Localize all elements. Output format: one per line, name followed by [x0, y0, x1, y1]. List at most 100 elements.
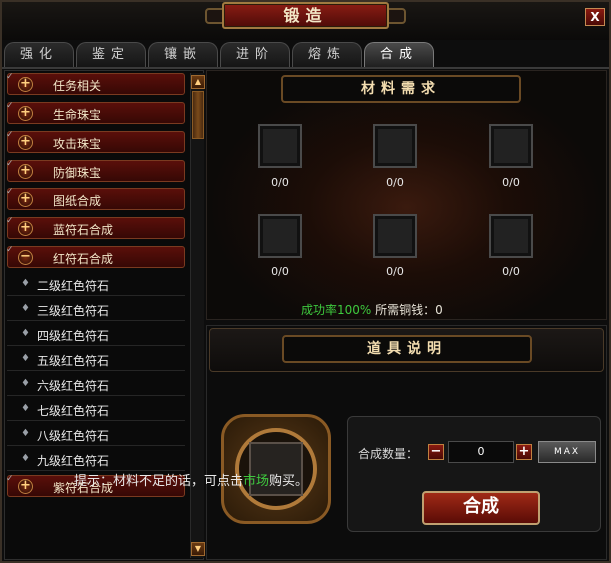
quantity-input[interactable]: 0: [448, 441, 514, 463]
scroll-up-icon[interactable]: ▲: [191, 75, 205, 89]
material-count: 0/0: [502, 176, 520, 189]
check-icon: ✓: [6, 216, 14, 226]
success-rate-line: 成功率100% 所需铜钱：0: [301, 301, 443, 318]
scroll-down-icon[interactable]: ▼: [191, 542, 205, 556]
description-panel: 道具说明 合成数量： − 0 + MAX 合成: [206, 325, 607, 560]
category-label: 蓝符石合成: [53, 223, 114, 237]
expand-icon: +: [18, 221, 33, 236]
title-bar[interactable]: 锻造 X: [0, 0, 611, 40]
list-item-label: 五级红色符石: [37, 354, 110, 368]
diamond-icon: ♦: [21, 303, 30, 314]
material-slot[interactable]: [489, 214, 533, 258]
description-header: 道具说明: [282, 335, 532, 363]
tab-synthesize[interactable]: 合成: [364, 42, 434, 68]
category-red-rune[interactable]: ✓ − 红符石合成: [6, 245, 185, 268]
category-blueprint[interactable]: ✓ + 图纸合成: [6, 187, 185, 210]
material-count: 0/0: [386, 265, 404, 278]
category-life-jewel[interactable]: ✓ + 生命珠宝: [6, 101, 185, 124]
material-count: 0/0: [271, 176, 289, 189]
materials-panel: 材料需求 0/0 0/0 0/0 0/0 0/0 0/0 成功率100% 所需铜…: [206, 70, 607, 320]
diamond-icon: ♦: [21, 353, 30, 364]
check-icon: ✓: [6, 72, 14, 82]
category-label: 生命珠宝: [53, 108, 102, 122]
list-item[interactable]: ♦ 四级红色符石: [7, 322, 185, 346]
list-item-label: 四级红色符石: [37, 329, 110, 343]
check-icon: ✓: [6, 474, 14, 484]
materials-header: 材料需求: [281, 75, 521, 103]
hint-prefix: 提示：材料不足的话，可点击: [74, 474, 244, 489]
category-blue-rune[interactable]: ✓ + 蓝符石合成: [6, 216, 185, 239]
list-item-label: 八级红色符石: [37, 429, 110, 443]
tab-smelt[interactable]: 熔炼: [292, 42, 362, 68]
material-slot[interactable]: [258, 214, 302, 258]
forge-window: 锻造 X 强化 鉴定 镶嵌 进阶 熔炼 合成 ✓ + 任务相关 ✓ + 生命珠宝…: [0, 0, 611, 563]
market-link[interactable]: 市场: [243, 474, 269, 489]
expand-icon: +: [18, 192, 33, 207]
collapse-icon: −: [18, 250, 33, 265]
copper-cost: 所需铜钱：0: [375, 303, 443, 317]
diamond-icon: ♦: [21, 428, 30, 439]
tab-advance[interactable]: 进阶: [220, 42, 290, 68]
list-item-label: 七级红色符石: [37, 404, 110, 418]
category-defense-jewel[interactable]: ✓ + 防御珠宝: [6, 159, 185, 182]
synthesis-controls: 合成数量： − 0 + MAX 合成: [347, 416, 601, 532]
category-label: 防御珠宝: [53, 166, 102, 180]
check-icon: ✓: [6, 159, 14, 169]
expand-icon: +: [18, 135, 33, 150]
list-item-label: 二级红色符石: [37, 279, 110, 293]
list-item[interactable]: ♦ 六级红色符石: [7, 372, 185, 396]
expand-icon: +: [18, 106, 33, 121]
list-item[interactable]: ♦ 二级红色符石: [7, 272, 185, 296]
tab-inlay[interactable]: 镶嵌: [148, 42, 218, 68]
description-banner: 道具说明: [209, 328, 604, 372]
combine-button[interactable]: 合成: [422, 491, 540, 525]
diamond-icon: ♦: [21, 328, 30, 339]
diamond-icon: ♦: [21, 453, 30, 464]
list-item-label: 九级红色符石: [37, 454, 110, 468]
list-item[interactable]: ♦ 九级红色符石: [7, 447, 185, 471]
category-label: 攻击珠宝: [53, 137, 102, 151]
list-item-label: 三级红色符石: [37, 304, 110, 318]
diamond-icon: ♦: [21, 403, 30, 414]
success-rate: 成功率100%: [301, 303, 372, 317]
check-icon: ✓: [6, 187, 14, 197]
result-slot[interactable]: [221, 414, 331, 524]
scroll-thumb[interactable]: [192, 91, 204, 139]
check-icon: ✓: [6, 130, 14, 140]
tab-enhance[interactable]: 强化: [4, 42, 74, 68]
expand-icon: +: [18, 479, 33, 494]
list-item-label: 六级红色符石: [37, 379, 110, 393]
max-button[interactable]: MAX: [538, 441, 596, 463]
tab-identify[interactable]: 鉴定: [76, 42, 146, 68]
diamond-icon: ♦: [21, 378, 30, 389]
material-slot[interactable]: [373, 214, 417, 258]
window-title: 锻造: [222, 2, 389, 29]
category-label: 图纸合成: [53, 194, 102, 208]
expand-icon: +: [18, 164, 33, 179]
category-label: 红符石合成: [53, 252, 114, 266]
close-button[interactable]: X: [585, 8, 605, 26]
material-count: 0/0: [386, 176, 404, 189]
material-count: 0/0: [271, 265, 289, 278]
list-item[interactable]: ♦ 八级红色符石: [7, 422, 185, 446]
hint-suffix: 购买。: [269, 474, 309, 489]
expand-icon: +: [18, 77, 33, 92]
material-count: 0/0: [502, 265, 520, 278]
category-attack-jewel[interactable]: ✓ + 攻击珠宝: [6, 130, 185, 153]
list-item[interactable]: ♦ 三级红色符石: [7, 297, 185, 321]
category-label: 任务相关: [53, 79, 102, 93]
quantity-label: 合成数量：: [358, 447, 419, 461]
list-item[interactable]: ♦ 七级红色符石: [7, 397, 185, 421]
category-quest[interactable]: ✓ + 任务相关: [6, 72, 185, 95]
tab-divider: [0, 67, 611, 69]
material-slot[interactable]: [489, 124, 533, 168]
check-icon: ✓: [6, 101, 14, 111]
material-slot[interactable]: [373, 124, 417, 168]
hint-text: 提示：材料不足的话，可点击市场购买。: [74, 470, 308, 489]
check-icon: ✓: [6, 245, 14, 255]
decrease-button[interactable]: −: [428, 444, 444, 460]
material-slot[interactable]: [258, 124, 302, 168]
list-item[interactable]: ♦ 五级红色符石: [7, 347, 185, 371]
increase-button[interactable]: +: [516, 444, 532, 460]
diamond-icon: ♦: [21, 278, 30, 289]
